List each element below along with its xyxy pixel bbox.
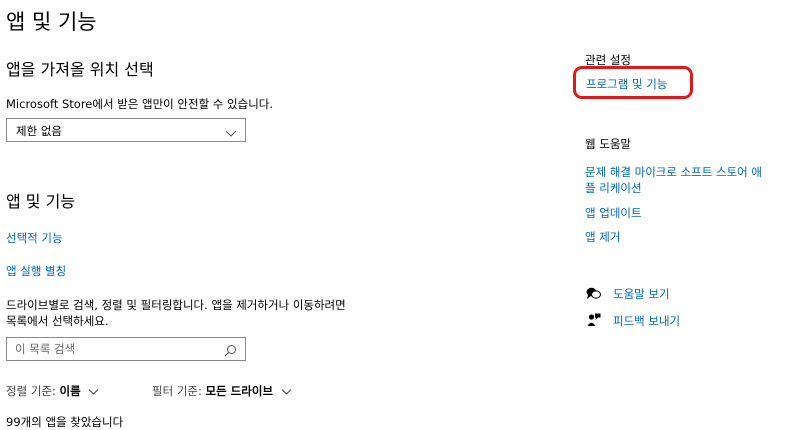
install-source-description: Microsoft Store에서 받은 앱만이 안전할 수 있습니다. bbox=[6, 97, 274, 111]
web-help-link-store-apps-line2[interactable]: 플 리케이션 bbox=[585, 180, 642, 196]
apps-found-count: 99개의 앱을 찾았습니다 bbox=[6, 415, 124, 429]
search-icon[interactable] bbox=[224, 342, 237, 361]
chevron-down-icon bbox=[281, 385, 292, 399]
optional-features-link[interactable]: 선택적 기능 bbox=[6, 230, 63, 246]
feedback-icon bbox=[587, 312, 601, 331]
app-execution-aliases-link[interactable]: 앱 실행 별칭 bbox=[6, 263, 66, 279]
app-list-search-box[interactable] bbox=[6, 337, 246, 361]
send-feedback-link[interactable]: 피드백 보내기 bbox=[613, 313, 680, 329]
web-help-heading: 웹 도움말 bbox=[585, 137, 631, 151]
web-help-link-store-apps-line1[interactable]: 문제 해결 마이크로 소프트 스토어 애 bbox=[585, 164, 762, 180]
sort-value: 이름 bbox=[59, 384, 81, 398]
web-help-link-update-apps[interactable]: 앱 업데이트 bbox=[585, 205, 642, 221]
filter-control[interactable]: 필터 기준: 모든 드라이브 bbox=[152, 383, 292, 399]
search-input[interactable] bbox=[15, 341, 215, 357]
chevron-down-icon bbox=[88, 385, 99, 399]
get-help-link[interactable]: 도움말 보기 bbox=[613, 286, 670, 302]
apps-description-line2: 목록에서 선택하세요. bbox=[6, 314, 109, 328]
get-help-icon bbox=[586, 285, 601, 304]
programs-and-features-link[interactable]: 프로그램 및 기능 bbox=[586, 76, 667, 92]
filter-value: 모든 드라이브 bbox=[205, 384, 273, 398]
chevron-down-icon bbox=[225, 124, 237, 143]
filter-label: 필터 기준: bbox=[152, 384, 202, 398]
page-title: 앱 및 기능 bbox=[6, 10, 97, 34]
install-source-dropdown[interactable]: 제한 없음 bbox=[6, 118, 246, 142]
web-help-link-uninstall-apps[interactable]: 앱 제거 bbox=[585, 229, 620, 245]
sort-label: 정렬 기준: bbox=[6, 384, 56, 398]
apps-features-heading: 앱 및 기능 bbox=[6, 192, 76, 211]
dropdown-value: 제한 없음 bbox=[16, 124, 62, 138]
install-source-heading: 앱을 가져올 위치 선택 bbox=[6, 60, 154, 79]
sort-control[interactable]: 정렬 기준: 이름 bbox=[6, 383, 99, 399]
apps-description-line1: 드라이브별로 검색, 정렬 및 필터링합니다. 앱을 제거하거나 이동하려면 bbox=[6, 298, 346, 312]
